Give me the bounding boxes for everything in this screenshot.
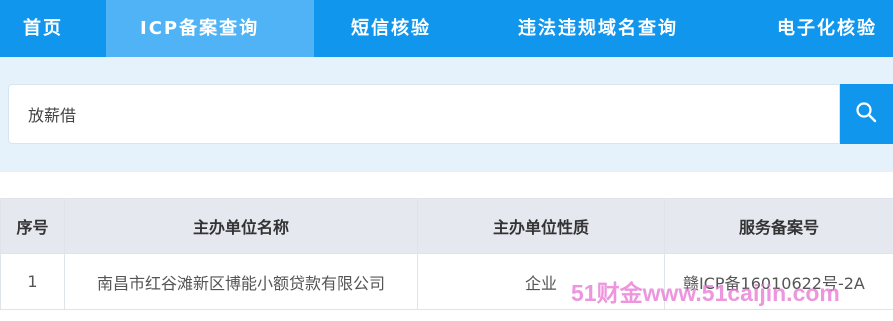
search-input[interactable] bbox=[9, 85, 839, 143]
nav-home[interactable]: 首页 bbox=[23, 0, 63, 57]
cell-organizer-name: 南昌市红谷滩新区博能小额贷款有限公司 bbox=[64, 253, 418, 310]
search-box bbox=[8, 84, 840, 144]
cell-organizer-type: 企业 bbox=[417, 253, 665, 310]
col-organizer-name-header: 主办单位名称 bbox=[64, 198, 418, 254]
search-button[interactable] bbox=[840, 84, 893, 144]
search-icon bbox=[856, 102, 877, 123]
col-license-number-header: 服务备案号 bbox=[664, 198, 893, 254]
search-area bbox=[0, 57, 893, 172]
table-header-row: 序号 主办单位名称 主办单位性质 服务备案号 bbox=[0, 198, 893, 254]
top-nav: 首页 ICP备案查询 短信核验 违法违规域名查询 电子化核验 bbox=[0, 0, 893, 57]
nav-electronic-verify[interactable]: 电子化核验 bbox=[777, 0, 877, 57]
nav-illegal-domain-query[interactable]: 违法违规域名查询 bbox=[518, 0, 678, 57]
cell-license-number: 赣ICP备16010622号-2A bbox=[664, 253, 893, 310]
col-index-header: 序号 bbox=[0, 198, 65, 254]
col-organizer-type-header: 主办单位性质 bbox=[417, 198, 665, 254]
cell-index: 1 bbox=[0, 253, 65, 310]
nav-icp-query[interactable]: ICP备案查询 bbox=[106, 0, 314, 57]
table-row[interactable]: 1 南昌市红谷滩新区博能小额贷款有限公司 企业 赣ICP备16010622号-2… bbox=[0, 253, 893, 310]
results-table: 序号 主办单位名称 主办单位性质 服务备案号 1 南昌市红谷滩新区博能小额贷款有… bbox=[0, 198, 893, 310]
nav-sms-verify[interactable]: 短信核验 bbox=[351, 0, 431, 57]
